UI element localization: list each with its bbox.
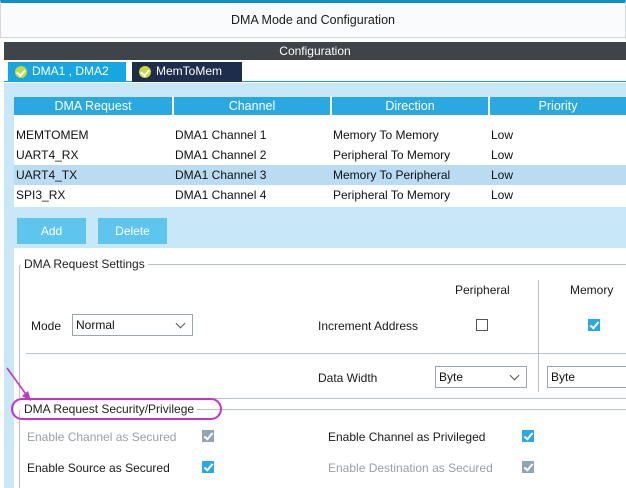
cell-priority: Low (491, 128, 514, 142)
chevron-down-icon (175, 318, 186, 329)
security-privilege-group (19, 409, 626, 488)
check-circle-icon (15, 66, 27, 78)
cell-priority: Low (491, 188, 514, 202)
mode-label: Mode (31, 319, 62, 333)
cell-direction: Memory To Memory (333, 128, 439, 142)
check-circle-icon (139, 66, 151, 78)
cell-channel: DMA1 Channel 3 (175, 168, 267, 182)
increment-address-label: Increment Address (318, 319, 419, 333)
enable-channel-secured-label: Enable Channel as Secured (27, 430, 177, 444)
cell-priority: Low (491, 148, 514, 162)
column-header-direction[interactable]: Direction (332, 97, 490, 115)
add-button[interactable]: Add (17, 218, 86, 244)
cell-channel: DMA1 Channel 4 (175, 188, 267, 202)
tab-dma1-dma2[interactable]: DMA1 , DMA2 (8, 62, 126, 82)
data-width-peripheral-value: Byte (439, 370, 464, 384)
cell-channel: DMA1 Channel 2 (175, 148, 267, 162)
data-width-memory-value: Byte (551, 370, 576, 384)
enable-destination-secured-label: Enable Destination as Secured (328, 461, 493, 475)
tabs-bar: DMA1 , DMA2 MemToMem (4, 60, 626, 82)
memory-column-label: Memory (570, 283, 614, 297)
tab-label: DMA1 , DMA2 (32, 64, 109, 78)
peripheral-column-label: Peripheral (455, 283, 510, 297)
cell-direction: Peripheral To Memory (333, 148, 451, 162)
annotation-highlight-ellipse (11, 398, 222, 420)
column-header-priority[interactable]: Priority (490, 97, 626, 115)
increment-peripheral-checkbox[interactable] (476, 319, 488, 331)
window-title-bar: DMA Mode and Configuration (0, 0, 626, 38)
settings-legend: DMA Request Settings (21, 257, 148, 271)
column-header-channel[interactable]: Channel (174, 97, 332, 115)
data-width-memory-select[interactable]: Byte (547, 366, 626, 388)
enable-source-secured-label: Enable Source as Secured (27, 461, 170, 475)
enable-channel-secured-checkbox[interactable] (202, 430, 214, 442)
window-title: DMA Mode and Configuration (231, 13, 395, 27)
delete-button[interactable]: Delete (98, 218, 167, 244)
cell-priority: Low (491, 168, 514, 182)
enable-source-secured-checkbox[interactable] (202, 461, 214, 473)
tab-memtomem[interactable]: MemToMem (132, 62, 242, 82)
table-row[interactable]: SPI3_RX DMA1 Channel 4 Peripheral To Mem… (14, 185, 626, 205)
data-width-peripheral-select[interactable]: Byte (435, 366, 527, 388)
enable-channel-privileged-checkbox[interactable] (522, 430, 534, 442)
column-divider (538, 280, 539, 392)
cell-dma-request: MEMTOMEM (16, 128, 89, 142)
cell-dma-request: SPI3_RX (16, 188, 66, 202)
enable-channel-privileged-label: Enable Channel as Privileged (328, 430, 486, 444)
tab-label: MemToMem (156, 64, 223, 78)
increment-memory-checkbox[interactable] (588, 319, 600, 331)
table-row[interactable]: UART4_RX DMA1 Channel 2 Peripheral To Me… (14, 145, 626, 165)
column-header-dma-request[interactable]: DMA Request (14, 97, 174, 115)
cell-direction: Peripheral To Memory (333, 188, 451, 202)
cell-dma-request: UART4_RX (16, 148, 79, 162)
configuration-header: Configuration (4, 42, 626, 60)
dma-request-table: DMA Request Channel Direction Priority M… (14, 97, 626, 207)
table-row[interactable]: MEMTOMEM DMA1 Channel 1 Memory To Memory… (14, 125, 626, 145)
settings-divider (26, 353, 626, 354)
mode-value: Normal (76, 318, 115, 332)
data-width-label: Data Width (318, 371, 378, 385)
cell-dma-request: UART4_TX (16, 168, 78, 182)
cell-channel: DMA1 Channel 1 (175, 128, 267, 142)
table-row-selected[interactable]: UART4_TX DMA1 Channel 3 Memory To Periph… (14, 165, 626, 185)
cell-direction: Memory To Peripheral (333, 168, 451, 182)
enable-destination-secured-checkbox[interactable] (522, 461, 534, 473)
mode-select[interactable]: Normal (72, 314, 193, 336)
chevron-down-icon (509, 370, 520, 381)
